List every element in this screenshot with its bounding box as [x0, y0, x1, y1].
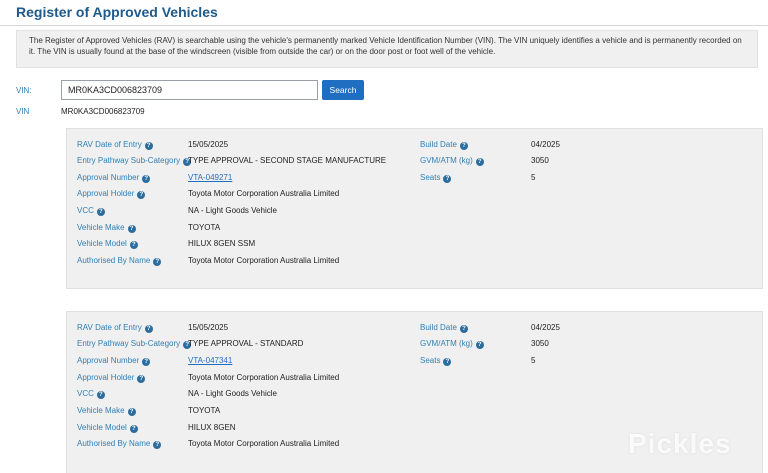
model-label-row: Vehicle Model? — [77, 239, 138, 251]
pathway-label: Entry Pathway Sub-Category — [77, 156, 181, 165]
vin-result-label: VIN — [16, 107, 30, 116]
build-date-value: 04/2025 — [531, 140, 560, 149]
vin-search-input[interactable] — [61, 80, 318, 100]
pathway-label-row: Entry Pathway Sub-Category? — [77, 156, 192, 168]
model-value: HILUX 8GEN — [188, 423, 236, 432]
rav-date-label-row: RAV Date of Entry? — [77, 323, 153, 335]
authorised-by-label: Authorised By Name — [77, 256, 151, 265]
authorised-by-label-row: Authorised By Name? — [77, 256, 162, 268]
help-icon[interactable]: ? — [153, 441, 162, 449]
approval-number-link[interactable]: VTA-047341 — [188, 356, 232, 368]
make-label: Vehicle Make — [77, 406, 125, 415]
model-value: HILUX 8GEN SSM — [188, 239, 256, 248]
pathway-value: TYPE APPROVAL - STANDARD — [188, 339, 304, 348]
model-label: Vehicle Model — [77, 423, 127, 432]
approval-number-label: Approval Number — [77, 356, 140, 365]
approval-number-label: Approval Number — [77, 173, 140, 182]
seats-label-row: Seats? — [420, 173, 452, 185]
model-label-row: Vehicle Model? — [77, 423, 138, 435]
gvm-value: 3050 — [531, 339, 549, 348]
approval-holder-label-row: Approval Holder? — [77, 373, 146, 385]
rav-date-value: 15/05/2025 — [188, 323, 229, 332]
help-icon[interactable]: ? — [96, 391, 105, 399]
approval-number-label-row: Approval Number? — [77, 356, 151, 368]
help-icon[interactable]: ? — [129, 241, 138, 249]
seats-label: Seats — [420, 173, 441, 182]
help-icon[interactable]: ? — [129, 425, 138, 433]
build-date-label-row: Build Date? — [420, 140, 468, 152]
approval-number-label-row: Approval Number? — [77, 173, 151, 185]
seats-label-row: Seats? — [420, 356, 452, 368]
vcc-value: NA - Light Goods Vehicle — [188, 206, 277, 215]
make-value: TOYOTA — [188, 223, 221, 232]
help-icon[interactable]: ? — [443, 175, 452, 183]
pathway-label-row: Entry Pathway Sub-Category? — [77, 339, 192, 351]
authorised-by-label-row: Authorised By Name? — [77, 439, 162, 451]
help-icon[interactable]: ? — [127, 225, 136, 233]
help-icon[interactable]: ? — [153, 258, 162, 266]
help-icon[interactable]: ? — [475, 158, 484, 166]
gvm-value: 3050 — [531, 156, 549, 165]
help-icon[interactable]: ? — [459, 325, 468, 333]
help-icon[interactable]: ? — [137, 191, 146, 199]
help-icon[interactable]: ? — [459, 142, 468, 150]
vcc-label-row: VCC? — [77, 206, 105, 218]
help-icon[interactable]: ? — [142, 175, 151, 183]
rav-date-label: RAV Date of Entry — [77, 140, 142, 149]
vcc-label: VCC — [77, 206, 94, 215]
rav-date-label: RAV Date of Entry — [77, 323, 142, 332]
intro-panel: The Register of Approved Vehicles (RAV) … — [16, 30, 758, 68]
make-label-row: Vehicle Make? — [77, 223, 136, 235]
gvm-label-row: GVM/ATM (kg)? — [420, 156, 484, 168]
vin-input-label: VIN: — [16, 86, 32, 95]
title-bar: Register of Approved Vehicles — [0, 0, 768, 26]
help-icon[interactable]: ? — [96, 208, 105, 216]
search-button[interactable]: Search — [322, 80, 364, 100]
vcc-value: NA - Light Goods Vehicle — [188, 389, 277, 398]
seats-label: Seats — [420, 356, 441, 365]
rav-date-label-row: RAV Date of Entry? — [77, 140, 153, 152]
pathway-value: TYPE APPROVAL - SECOND STAGE MANUFACTURE — [188, 156, 387, 165]
model-label: Vehicle Model — [77, 239, 127, 248]
build-date-value: 04/2025 — [531, 323, 560, 332]
make-value: TOYOTA — [188, 406, 221, 415]
seats-value: 5 — [531, 356, 536, 365]
build-date-label: Build Date — [420, 140, 457, 149]
help-icon[interactable]: ? — [142, 358, 151, 366]
build-date-label: Build Date — [420, 323, 457, 332]
help-icon[interactable]: ? — [144, 325, 153, 333]
approval-holder-value: Toyota Motor Corporation Australia Limit… — [188, 373, 340, 382]
vin-result-value: MR0KA3CD006823709 — [61, 107, 145, 116]
make-label: Vehicle Make — [77, 223, 125, 232]
approval-holder-label: Approval Holder — [77, 189, 135, 198]
approval-number-link[interactable]: VTA-049271 — [188, 173, 232, 185]
build-date-label-row: Build Date? — [420, 323, 468, 335]
page-title: Register of Approved Vehicles — [16, 4, 218, 20]
approval-holder-label: Approval Holder — [77, 373, 135, 382]
authorised-by-value: Toyota Motor Corporation Australia Limit… — [188, 256, 340, 265]
seats-value: 5 — [531, 173, 536, 182]
vcc-label: VCC — [77, 389, 94, 398]
help-icon[interactable]: ? — [144, 142, 153, 150]
help-icon[interactable]: ? — [475, 341, 484, 349]
pickles-watermark: Pickles — [628, 428, 732, 459]
help-icon[interactable]: ? — [127, 408, 136, 416]
approval-holder-label-row: Approval Holder? — [77, 189, 146, 201]
authorised-by-value: Toyota Motor Corporation Australia Limit… — [188, 439, 340, 448]
approval-holder-value: Toyota Motor Corporation Australia Limit… — [188, 189, 340, 198]
vcc-label-row: VCC? — [77, 389, 105, 401]
gvm-label: GVM/ATM (kg) — [420, 156, 473, 165]
help-icon[interactable]: ? — [443, 358, 452, 366]
authorised-by-label: Authorised By Name — [77, 439, 151, 448]
gvm-label-row: GVM/ATM (kg)? — [420, 339, 484, 351]
vehicle-record-card: RAV Date of Entry? 15/05/2025 Entry Path… — [66, 128, 763, 289]
rav-date-value: 15/05/2025 — [188, 140, 229, 149]
gvm-label: GVM/ATM (kg) — [420, 339, 473, 348]
make-label-row: Vehicle Make? — [77, 406, 136, 418]
pathway-label: Entry Pathway Sub-Category — [77, 339, 181, 348]
help-icon[interactable]: ? — [137, 375, 146, 383]
